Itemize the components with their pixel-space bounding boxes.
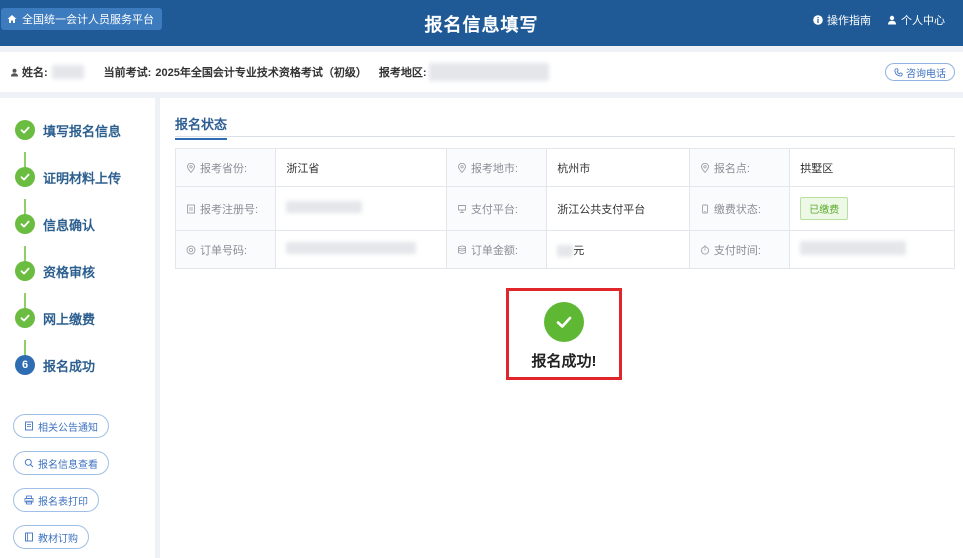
guide-link[interactable]: 操作指南 <box>813 12 871 28</box>
step-label: 填写报名信息 <box>43 123 122 139</box>
city-label: 报考地市: <box>470 162 518 175</box>
step-confirm-info[interactable]: 信息确认 <box>15 214 155 234</box>
home-link[interactable]: 全国统一会计人员服务平台 <box>1 8 162 30</box>
step-sidebar: 填写报名信息 证明材料上传 信息确认 资格审核 网上缴费 6 报名成功 相关公告… <box>0 98 155 558</box>
textbook-order-label: 教材订购 <box>38 533 78 545</box>
province-label: 报考省份: <box>200 162 248 175</box>
reg-number-label: 报考注册号: <box>200 203 259 216</box>
view-registration-button[interactable]: 报名信息查看 <box>13 451 109 475</box>
step-label: 信息确认 <box>43 217 96 233</box>
profile-link[interactable]: 个人中心 <box>887 12 945 28</box>
pay-platform-label: 支付平台: <box>470 203 518 216</box>
success-message: 报名成功! <box>531 353 597 370</box>
pay-time-redacted <box>800 241 907 255</box>
section-divider <box>175 136 955 137</box>
step-number-badge: 6 <box>15 355 35 375</box>
user-icon <box>10 68 19 77</box>
document-icon <box>187 204 195 213</box>
location-icon <box>187 162 195 173</box>
location-icon <box>457 162 466 173</box>
name-label: 姓名: <box>22 67 48 79</box>
province-value: 浙江省 <box>275 148 447 187</box>
pay-status-badge: 已缴费 <box>800 197 849 220</box>
clock-icon <box>700 245 709 255</box>
reg-number-redacted <box>286 201 363 213</box>
step-registration-success[interactable]: 6 报名成功 <box>15 355 155 375</box>
city-value: 杭州市 <box>546 148 690 187</box>
consult-phone-button[interactable]: 咨询电话 <box>885 63 955 81</box>
location-icon <box>700 162 709 173</box>
phone-device-icon <box>701 204 708 213</box>
step-label: 网上缴费 <box>43 311 96 327</box>
check-icon <box>15 214 35 234</box>
order-amount-label: 订单金额: <box>470 244 518 257</box>
home-icon <box>7 15 17 23</box>
cart-icon <box>457 204 466 213</box>
site-label: 报名点: <box>713 162 750 175</box>
print-form-label: 报名表打印 <box>38 496 88 508</box>
home-link-label: 全国统一会计人员服务平台 <box>22 14 154 26</box>
profile-label: 个人中心 <box>901 15 945 27</box>
success-check-icon <box>544 302 584 342</box>
table-row: 报考注册号: 支付平台: 浙江公共支付平台 缴费状态: 已缴费 <box>174 186 955 231</box>
check-icon <box>15 261 35 281</box>
candidate-info-bar: 姓名: 当前考试: 2025年全国会计专业技术资格考试（初级） 报考地区: 咨询… <box>0 52 963 92</box>
step-upload-proof[interactable]: 证明材料上传 <box>15 167 155 187</box>
guide-label: 操作指南 <box>827 15 871 27</box>
consult-phone-label: 咨询电话 <box>906 68 946 80</box>
database-icon <box>457 245 466 254</box>
region-label: 报考地区: <box>378 67 427 79</box>
textbook-order-button[interactable]: 教材订购 <box>13 525 89 549</box>
order-amount-redacted <box>557 244 574 257</box>
step-qualification-review[interactable]: 资格审核 <box>15 261 155 281</box>
info-icon <box>813 15 823 25</box>
top-header: 全国统一会计人员服务平台 报名信息填写 操作指南 个人中心 <box>0 0 963 46</box>
notice-button-label: 相关公告通知 <box>38 422 98 434</box>
step-label: 证明材料上传 <box>43 170 122 186</box>
order-number-label: 订单号码: <box>200 244 248 257</box>
view-registration-label: 报名信息查看 <box>38 459 98 471</box>
user-icon <box>888 15 896 25</box>
main-panel: 报名状态 报考省份: 浙江省 报考地市: 杭州市 报名点: 拱墅区 报考注册号: <box>160 98 963 558</box>
step-online-payment[interactable]: 网上缴费 <box>15 308 155 328</box>
step-fill-info[interactable]: 填写报名信息 <box>15 120 155 140</box>
book-icon <box>25 532 33 542</box>
order-number-redacted <box>286 242 417 254</box>
check-icon <box>15 167 35 187</box>
print-icon <box>24 495 34 505</box>
exam-label: 当前考试: <box>103 67 152 79</box>
registration-status-table: 报考省份: 浙江省 报考地市: 杭州市 报名点: 拱墅区 报考注册号: 支付平台… <box>174 148 955 269</box>
phone-icon <box>894 67 903 77</box>
region-value-redacted <box>428 63 549 81</box>
search-icon <box>24 458 34 468</box>
pay-status-label: 缴费状态: <box>713 203 761 216</box>
notice-icon <box>25 421 33 431</box>
pay-time-label: 支付时间: <box>713 244 761 257</box>
site-value: 拱墅区 <box>789 148 955 187</box>
table-row: 报考省份: 浙江省 报考地市: 杭州市 报名点: 拱墅区 <box>174 148 955 187</box>
pay-platform-value: 浙江公共支付平台 <box>546 186 690 231</box>
exam-value: 2025年全国会计专业技术资格考试（初级） <box>155 67 367 79</box>
name-value-redacted <box>51 65 84 79</box>
order-amount-unit: 元 <box>573 244 585 257</box>
notice-button[interactable]: 相关公告通知 <box>13 414 109 438</box>
table-row: 订单号码: 订单金额: 元 支付时间: <box>174 230 955 269</box>
check-icon <box>15 120 35 140</box>
success-highlight-box: 报名成功! <box>506 288 622 380</box>
print-form-button[interactable]: 报名表打印 <box>13 488 99 512</box>
order-icon <box>186 245 196 254</box>
step-label: 报名成功 <box>43 358 96 374</box>
step-label: 资格审核 <box>43 264 96 280</box>
check-icon <box>15 308 35 328</box>
